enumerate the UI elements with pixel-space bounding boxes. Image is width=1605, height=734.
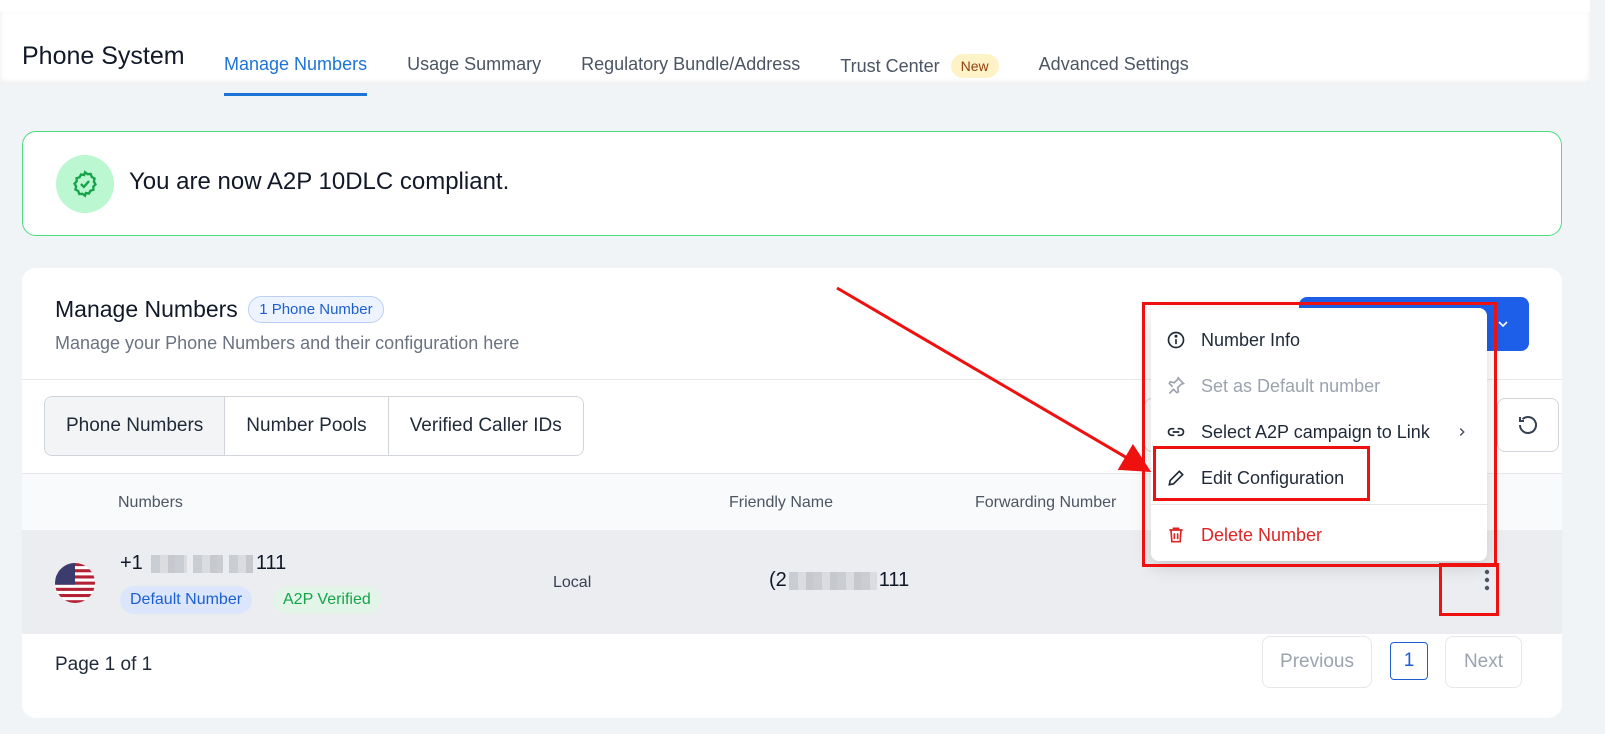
- shield-check-icon: [56, 155, 114, 213]
- a2p-verified-chip: A2P Verified: [273, 586, 381, 614]
- default-number-chip: Default Number: [120, 586, 253, 614]
- phone-number-suffix: 111: [255, 552, 287, 574]
- new-badge: New: [950, 54, 999, 78]
- tab-advanced-settings[interactable]: Advanced Settings: [1039, 48, 1189, 96]
- top-tabs: Manage Numbers Usage Summary Regulatory …: [224, 48, 1229, 96]
- refresh-icon: [1519, 416, 1537, 434]
- chevron-down-icon: [1498, 321, 1508, 328]
- annotation-highlight-edit: [1153, 446, 1370, 501]
- card-title: Manage Numbers 1 Phone Number: [55, 296, 384, 323]
- phone-count-badge: 1 Phone Number: [248, 296, 384, 323]
- header-friendly-name: Friendly Name: [729, 494, 834, 511]
- tab-manage-numbers[interactable]: Manage Numbers: [224, 48, 368, 96]
- redacted-segment: [228, 554, 253, 573]
- app-title: Phone System: [22, 42, 185, 70]
- segment-phone-numbers[interactable]: Phone Numbers: [45, 397, 226, 455]
- redacted-segment: [788, 571, 877, 590]
- redacted-segment: [192, 554, 223, 573]
- number-type: Local: [553, 574, 592, 591]
- friendly-name-prefix: (2: [769, 569, 787, 591]
- friendly-name: (2 111: [769, 569, 909, 592]
- tab-trust-center-label: Trust Center: [840, 56, 940, 76]
- page-1-button[interactable]: 1: [1390, 642, 1428, 680]
- annotation-highlight-menu: [1142, 302, 1497, 567]
- annotation-highlight-kebab: [1439, 563, 1499, 616]
- compliance-banner: You are now A2P 10DLC compliant.: [22, 131, 1562, 236]
- phone-number: +1 111: [120, 552, 286, 575]
- redacted-segment: [150, 554, 187, 573]
- compliance-message: You are now A2P 10DLC compliant.: [129, 168, 510, 195]
- card-subtitle: Manage your Phone Numbers and their conf…: [55, 333, 520, 353]
- tab-usage-summary[interactable]: Usage Summary: [407, 48, 541, 96]
- segment-number-pools[interactable]: Number Pools: [225, 397, 389, 455]
- segment-verified-caller-ids[interactable]: Verified Caller IDs: [388, 397, 583, 455]
- header-numbers: Numbers: [118, 494, 183, 511]
- tab-trust-center[interactable]: Trust Center New: [840, 48, 999, 96]
- next-page-button[interactable]: Next: [1445, 636, 1522, 688]
- page-indicator: Page 1 of 1: [55, 654, 153, 675]
- tab-regulatory-bundle[interactable]: Regulatory Bundle/Address: [581, 48, 800, 96]
- view-segmented-control: Phone Numbers Number Pools Verified Call…: [44, 396, 584, 456]
- refresh-button[interactable]: [1497, 398, 1559, 452]
- card-title-text: Manage Numbers: [55, 296, 238, 322]
- previous-page-button[interactable]: Previous: [1262, 636, 1372, 688]
- phone-number-prefix: +1: [120, 552, 143, 574]
- friendly-name-suffix: 111: [878, 569, 910, 591]
- top-navigation-bar: Phone System Manage Numbers Usage Summar…: [0, 0, 1590, 96]
- header-forwarding-number: Forwarding Number: [975, 494, 1117, 511]
- us-flag-icon: [55, 563, 95, 603]
